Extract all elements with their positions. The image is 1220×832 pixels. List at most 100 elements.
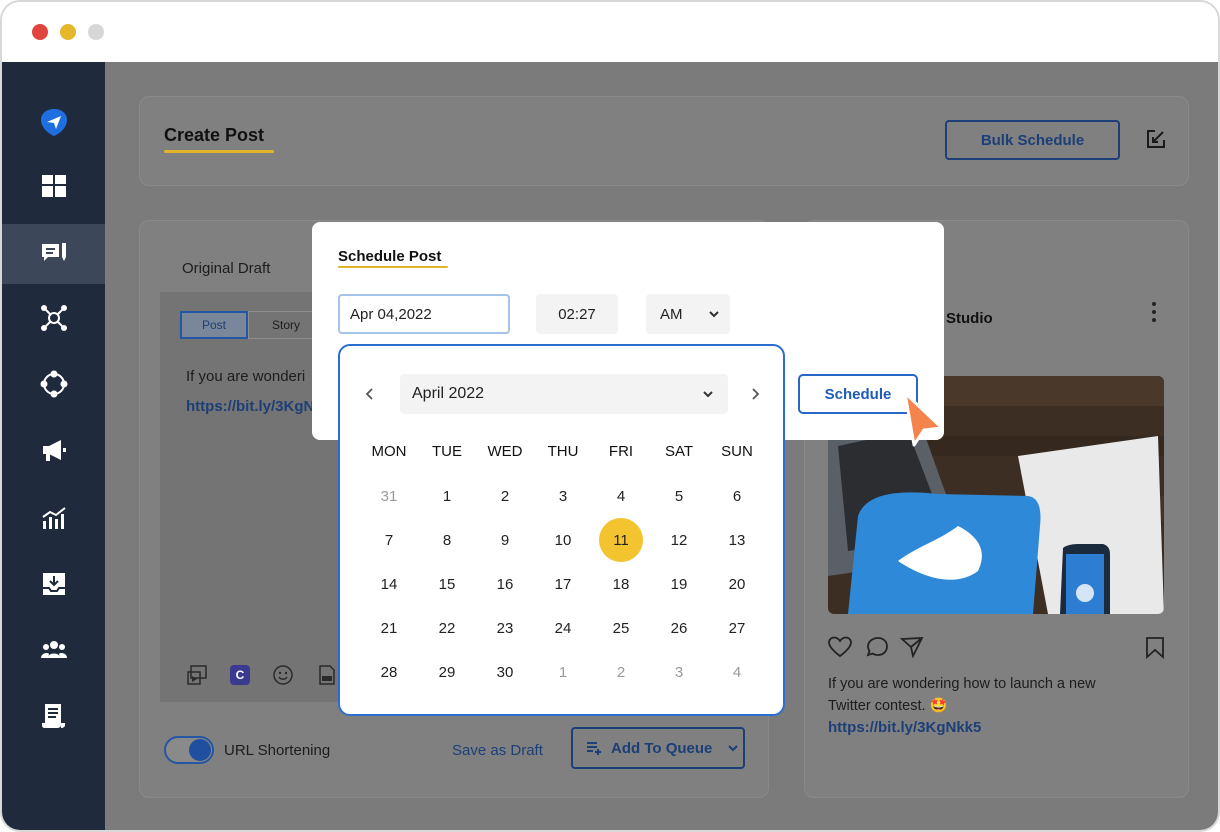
sidebar-item-network[interactable] [2, 288, 105, 348]
share-icon[interactable] [900, 636, 924, 658]
calendar-day[interactable]: 25 [599, 606, 643, 650]
schedule-post-title-underline [338, 266, 448, 268]
date-picker-calendar: April 2022 MON TUE WED THU FRI SAT SUN 3… [338, 344, 785, 716]
prev-month-button[interactable] [360, 382, 380, 406]
draft-link[interactable]: https://bit.ly/3KgN [186, 398, 312, 415]
calendar-day[interactable]: 2 [599, 650, 643, 694]
calendar-day[interactable]: 12 [657, 518, 701, 562]
url-shortening-toggle[interactable] [164, 736, 214, 764]
bookmark-icon[interactable] [1144, 636, 1166, 660]
calendar-day[interactable]: 3 [657, 650, 701, 694]
add-to-queue-label: Add To Queue [611, 739, 713, 757]
sidebar-item-posts[interactable] [2, 224, 105, 284]
weekday-header: SAT [664, 443, 694, 460]
calendar-day[interactable]: 14 [367, 562, 411, 606]
calendar-day[interactable]: 22 [425, 606, 469, 650]
comment-icon[interactable] [866, 636, 890, 658]
time-input[interactable]: 02:27 [536, 294, 618, 334]
preview-link[interactable]: https://bit.ly/3KgNkk5 [828, 719, 981, 736]
document-icon [41, 704, 65, 728]
calendar-day[interactable]: 23 [483, 606, 527, 650]
calendar-day[interactable]: 31 [367, 474, 411, 518]
calendar-day[interactable]: 10 [541, 518, 585, 562]
calendar-day[interactable]: 1 [541, 650, 585, 694]
calendar-day[interactable]: 4 [599, 474, 643, 518]
page-title: Create Post [164, 125, 265, 145]
calendar-day[interactable]: 24 [541, 606, 585, 650]
calendar-day[interactable]: 6 [715, 474, 759, 518]
media-icon[interactable] [186, 664, 208, 686]
sidebar-item-nodes[interactable] [2, 354, 105, 414]
calendar-day[interactable]: 18 [599, 562, 643, 606]
calendar-day[interactable]: 8 [425, 518, 469, 562]
date-input[interactable]: Apr 04,2022 [338, 294, 510, 334]
sidebar-item-campaigns[interactable] [2, 420, 105, 480]
chevron-down-icon [703, 391, 713, 398]
emoji-icon[interactable] [272, 664, 294, 686]
calendar-day[interactable]: 26 [657, 606, 701, 650]
schedule-button[interactable]: Schedule [798, 374, 918, 414]
schedule-post-title: Schedule Post [338, 248, 442, 265]
preview-account-name: Studio [946, 310, 993, 327]
page-title-underline [164, 150, 274, 153]
weekday-header: THU [547, 443, 579, 460]
chevron-down-icon [709, 311, 719, 318]
sidebar-item-documents[interactable] [2, 686, 105, 746]
draft-text[interactable]: If you are wonderi [186, 368, 312, 385]
calendar-day[interactable]: 28 [367, 650, 411, 694]
post-tab[interactable]: Post [180, 311, 248, 339]
posts-icon [41, 243, 66, 261]
like-icon[interactable] [828, 636, 852, 658]
analytics-icon [41, 507, 66, 529]
minimize-window-button[interactable] [60, 24, 76, 40]
calendar-day[interactable]: 21 [367, 606, 411, 650]
maximize-window-button[interactable] [88, 24, 104, 40]
save-as-draft-button[interactable]: Save as Draft [452, 742, 543, 759]
original-draft-tab[interactable]: Original Draft [182, 260, 270, 277]
time-input-value: 02:27 [558, 305, 596, 323]
bulk-schedule-button[interactable]: Bulk Schedule [945, 120, 1120, 160]
calendar-day[interactable]: 17 [541, 562, 585, 606]
weekday-header: WED [487, 443, 523, 460]
weekday-header: TUE [432, 443, 462, 460]
ampm-select[interactable]: AM [646, 294, 730, 334]
calendar-day[interactable]: 9 [483, 518, 527, 562]
calendar-day[interactable]: 15 [425, 562, 469, 606]
calendar-day[interactable]: 30 [483, 650, 527, 694]
team-icon [40, 641, 67, 658]
inbox-icon [42, 573, 65, 595]
calendar-day[interactable]: 29 [425, 650, 469, 694]
month-select-label: April 2022 [412, 385, 485, 402]
calendar-day[interactable]: 16 [483, 562, 527, 606]
calendar-day[interactable]: 4 [715, 650, 759, 694]
calendar-day[interactable]: 13 [715, 518, 759, 562]
gif-icon[interactable] [316, 664, 338, 686]
canva-icon[interactable]: C [230, 665, 250, 685]
ampm-select-value: AM [660, 305, 683, 323]
next-month-button[interactable] [745, 382, 765, 406]
chevron-left-icon [365, 388, 373, 400]
sidebar-item-inbox[interactable] [2, 554, 105, 614]
sidebar-item-logo[interactable] [2, 92, 105, 152]
month-select[interactable]: April 2022 [400, 374, 728, 414]
add-to-queue-button[interactable]: Add To Queue [571, 727, 745, 769]
calendar-day[interactable]: 2 [483, 474, 527, 518]
url-shortening-label: URL Shortening [224, 742, 331, 759]
calendar-day[interactable]: 19 [657, 562, 701, 606]
sidebar-item-team[interactable] [2, 620, 105, 680]
calendar-day[interactable]: 20 [715, 562, 759, 606]
calendar-day[interactable]: 1 [425, 474, 469, 518]
calendar-day[interactable]: 5 [657, 474, 701, 518]
sidebar-item-dashboard[interactable] [2, 156, 105, 216]
calendar-day-selected[interactable]: 11 [599, 518, 643, 562]
preview-caption-line2: Twitter contest. 🤩 [828, 698, 948, 714]
calendar-day[interactable]: 27 [715, 606, 759, 650]
sidebar-item-analytics[interactable] [2, 488, 105, 548]
edit-icon[interactable] [1145, 128, 1167, 150]
more-options-icon[interactable] [1148, 300, 1160, 324]
close-window-button[interactable] [32, 24, 48, 40]
calendar-day[interactable]: 3 [541, 474, 585, 518]
calendar-day[interactable]: 7 [367, 518, 411, 562]
preview-caption-line1: If you are wondering how to launch a new [828, 676, 1096, 692]
date-input-value: Apr 04,2022 [350, 305, 432, 323]
